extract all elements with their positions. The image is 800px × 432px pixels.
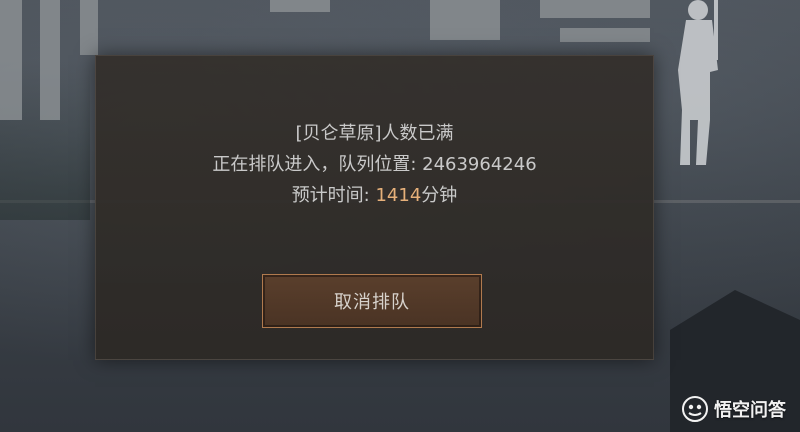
background-title-stroke — [80, 0, 98, 55]
wukong-logo-icon — [682, 396, 708, 422]
wukong-watermark: 悟空问答 — [682, 396, 786, 422]
estimated-time-line: 预计时间: 1414分钟 — [96, 180, 653, 211]
background-title-stroke — [540, 0, 650, 18]
queue-position-value: 2463964246 — [422, 154, 537, 175]
queue-status-label: 正在排队进入，队列位置: — [212, 154, 423, 175]
estimated-time-unit: 分钟 — [421, 185, 458, 206]
queue-message: [贝仑草原]人数已满 正在排队进入，队列位置: 2463964246 预计时间:… — [96, 118, 653, 211]
queue-position-line: 正在排队进入，队列位置: 2463964246 — [96, 149, 653, 180]
background-title-stroke — [0, 0, 22, 120]
background-title-stroke — [560, 28, 650, 42]
soldier-silhouette — [678, 0, 718, 165]
estimated-time-label: 预计时间: — [291, 185, 376, 206]
cancel-queue-button[interactable]: 取消排队 — [262, 274, 482, 328]
watermark-text: 悟空问答 — [714, 400, 786, 421]
server-full-text: [贝仑草原]人数已满 — [295, 123, 454, 144]
queue-dialog: [贝仑草原]人数已满 正在排队进入，队列位置: 2463964246 预计时间:… — [95, 55, 654, 360]
background-title-stroke — [40, 0, 60, 120]
estimated-time-value: 1414 — [375, 185, 422, 206]
background-title-stroke — [430, 0, 500, 40]
background-title-stroke — [270, 0, 330, 12]
